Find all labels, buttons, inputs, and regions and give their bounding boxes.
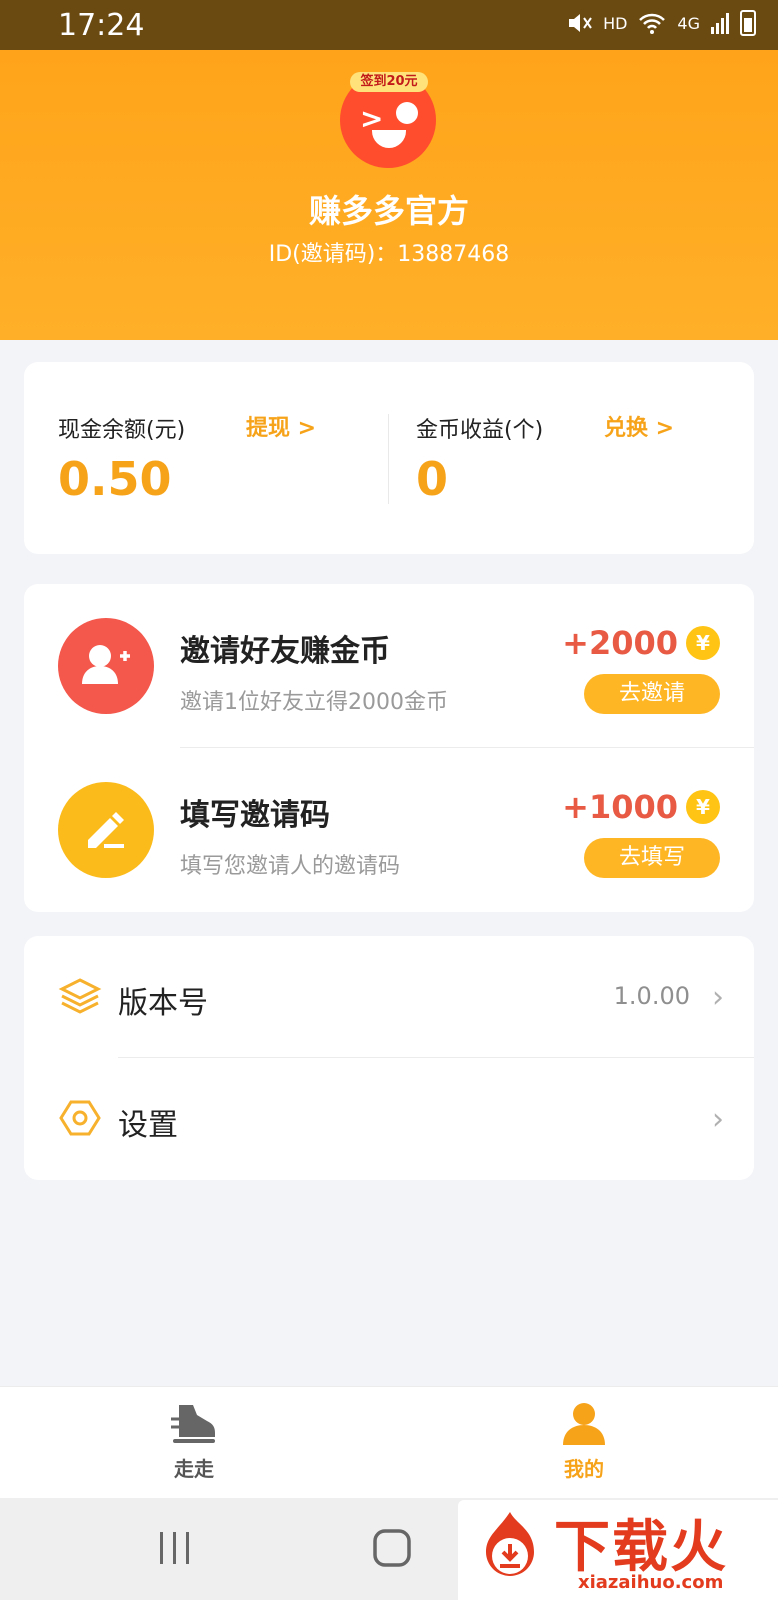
avatar-mouth bbox=[372, 130, 406, 148]
pencil-icon bbox=[88, 812, 124, 848]
add-user-icon bbox=[82, 645, 130, 684]
withdraw-link[interactable]: 提现 > bbox=[246, 410, 316, 442]
cash-balance-label: 现金余额(元) bbox=[58, 418, 186, 443]
user-id: ID(邀请码)：13887468 bbox=[268, 242, 510, 267]
coin-icon: ¥ bbox=[686, 626, 720, 660]
version-row[interactable]: 版本号 1.0.00 › bbox=[24, 936, 754, 1058]
task-description: 填写您邀请人的邀请码 bbox=[180, 854, 401, 879]
task-title: 邀请好友赚金币 bbox=[180, 634, 390, 669]
invite-icon-circle bbox=[58, 618, 154, 714]
recents-icon[interactable] bbox=[158, 1528, 192, 1568]
go-fill-button[interactable]: 去填写 bbox=[584, 838, 720, 878]
settings-row[interactable]: 设置 › bbox=[24, 1058, 754, 1180]
coin-earnings-value: 0 bbox=[416, 452, 449, 506]
chevron-right-icon: › bbox=[712, 1102, 724, 1137]
task-reward: +1000 bbox=[562, 788, 678, 826]
balance-card: 现金余额(元) 提现 > 0.50 金币收益(个) 兑换 > 0 bbox=[24, 362, 754, 554]
cash-balance-value: 0.50 bbox=[58, 452, 172, 506]
task-invite-friends[interactable]: 邀请好友赚金币 邀请1位好友立得2000金币 +2000 ¥ 去邀请 bbox=[24, 584, 754, 748]
status-bar: 17:24 HD 4G bbox=[0, 0, 778, 50]
go-invite-button[interactable]: 去邀请 bbox=[584, 674, 720, 714]
profile-header: > 签到20元 赚多多官方 ID(邀请码)：13887468 bbox=[0, 50, 778, 340]
task-description: 邀请1位好友立得2000金币 bbox=[180, 690, 448, 715]
tab-label: 走走 bbox=[174, 1457, 214, 1481]
tab-mine[interactable]: 我的 bbox=[504, 1401, 664, 1482]
status-time: 17:24 bbox=[58, 8, 145, 43]
coin-icon: ¥ bbox=[686, 790, 720, 824]
person-icon bbox=[563, 1403, 605, 1445]
fill-code-icon-circle bbox=[58, 782, 154, 878]
watermark-url: xiazaihuo.com bbox=[578, 1572, 724, 1593]
watermark: 下载火 xiazaihuo.com bbox=[458, 1500, 778, 1600]
tasks-card: 邀请好友赚金币 邀请1位好友立得2000金币 +2000 ¥ 去邀请 填写邀请码… bbox=[24, 584, 754, 912]
home-icon[interactable] bbox=[372, 1528, 412, 1568]
chevron-right-icon: › bbox=[712, 980, 724, 1015]
task-reward: +2000 bbox=[562, 624, 678, 662]
hexagon-icon bbox=[59, 1100, 101, 1136]
watermark-title: 下载火 bbox=[554, 1515, 728, 1580]
wifi-icon bbox=[639, 13, 666, 34]
settings-card: 版本号 1.0.00 › 设置 › bbox=[24, 936, 754, 1180]
version-value: 1.0.00 bbox=[613, 982, 690, 1010]
version-label: 版本号 bbox=[118, 986, 208, 1021]
status-icons: HD 4G bbox=[567, 10, 756, 36]
task-fill-invite-code[interactable]: 填写邀请码 填写您邀请人的邀请码 +1000 ¥ 去填写 bbox=[24, 748, 754, 912]
flame-logo-icon bbox=[486, 1512, 534, 1576]
signal-icon bbox=[711, 13, 729, 34]
sign-in-badge[interactable]: 签到20元 bbox=[350, 72, 428, 92]
tab-label: 我的 bbox=[564, 1457, 604, 1481]
bottom-tab-bar: 走走 我的 bbox=[0, 1386, 778, 1498]
balance-divider bbox=[388, 414, 389, 504]
username: 赚多多官方 bbox=[308, 192, 469, 230]
settings-label: 设置 bbox=[118, 1108, 178, 1143]
exchange-link[interactable]: 兑换 > bbox=[604, 410, 674, 442]
task-title: 填写邀请码 bbox=[180, 798, 330, 833]
battery-icon bbox=[740, 10, 756, 36]
network-label: 4G bbox=[677, 13, 700, 33]
hd-label: HD bbox=[603, 13, 628, 33]
tab-walk[interactable]: 走走 bbox=[114, 1401, 274, 1482]
layers-icon bbox=[58, 978, 102, 1014]
shoe-icon bbox=[171, 1405, 215, 1443]
mute-icon bbox=[569, 14, 592, 32]
avatar-eye-right bbox=[396, 102, 418, 124]
coin-earnings-label: 金币收益(个) bbox=[416, 418, 544, 443]
